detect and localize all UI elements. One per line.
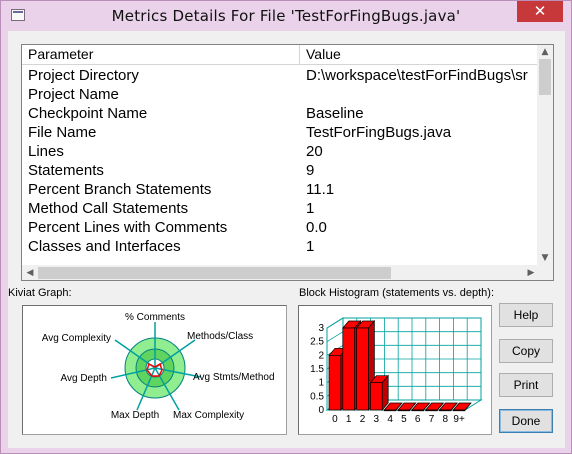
horizontal-scrollbar[interactable]: ◀ ▶	[22, 265, 539, 280]
window-title: Metrics Details For File 'TestForFingBug…	[111, 7, 461, 25]
kiviat-axis-label: Avg Complexity	[42, 333, 111, 344]
table-row[interactable]: Classes and Interfaces 1	[22, 237, 539, 256]
metrics-list[interactable]: Parameter Value Project Directory D:\work…	[21, 44, 554, 281]
table-row[interactable]: Percent Branch Statements 11.1	[22, 180, 539, 199]
histogram-y-tick: 3	[318, 323, 324, 334]
table-row[interactable]: Statements 9	[22, 161, 539, 180]
table-row[interactable]: Percent Lines with Comments 0.0	[22, 218, 539, 237]
list-rows: Project Directory D:\workspace\testForFin…	[22, 65, 539, 265]
dialog-client-area: Parameter Value Project Directory D:\work…	[8, 31, 565, 448]
histogram-y-tick: 2	[318, 350, 324, 361]
value-cell: 1	[306, 238, 315, 255]
done-button[interactable]: Done	[499, 409, 553, 433]
histogram-bar	[452, 409, 466, 412]
parameter-cell: Classes and Interfaces	[28, 238, 181, 255]
block-histogram: 00.511.522.530 1 2 3 4 5 6 7 8 9+	[310, 317, 483, 425]
vertical-scrollbar[interactable]: ▲ ▼	[537, 45, 553, 265]
scroll-left-arrow-icon[interactable]: ◀	[22, 265, 38, 280]
table-row[interactable]: Project Directory D:\workspace\testForFin…	[22, 66, 539, 85]
histogram-y-tick: 0	[318, 405, 324, 416]
parameter-cell: Statements	[28, 162, 104, 179]
print-button[interactable]: Print	[499, 373, 553, 397]
histogram-bar	[425, 409, 438, 412]
value-cell: TestForFingBugs.java	[306, 124, 452, 141]
histogram-panel: 0 0.5 1 1.5 2 2.5 3 0 1 2 3 4 5 6 7 8 9+	[298, 305, 492, 435]
parameter-cell: Lines	[28, 143, 64, 160]
histogram-x-tick: 6	[415, 414, 421, 425]
histogram-y-tick: 1.5	[310, 364, 324, 375]
histogram-bar	[397, 409, 411, 412]
kiviat-axis-label: Avg Depth	[60, 373, 107, 384]
kiviat-label: Kiviat Graph:	[8, 287, 72, 299]
parameter-cell: Project Name	[28, 86, 119, 103]
kiviat-graph: % CommentsMethods/Class Avg Stmts/Method M…	[42, 312, 275, 421]
histogram-x-tick: 0	[332, 414, 338, 425]
histogram-bar	[439, 409, 452, 412]
histogram-bar	[411, 409, 424, 412]
parameter-cell: Checkpoint Name	[28, 105, 148, 122]
histogram-bar	[370, 382, 383, 411]
table-row[interactable]: File Name TestForFingBugs.java	[22, 123, 539, 142]
parameter-cell: Method Call Statements	[28, 200, 189, 217]
list-header: Parameter Value	[22, 45, 539, 65]
value-cell: 9	[306, 162, 315, 179]
parameter-cell: Percent Lines with Comments	[28, 219, 228, 236]
value-cell: 1	[306, 200, 315, 217]
close-button[interactable]: ✕	[517, 1, 563, 22]
vertical-scroll-thumb[interactable]	[539, 59, 551, 95]
histogram-x-tick: 2	[360, 414, 366, 425]
histogram-bar	[328, 354, 342, 411]
histogram-x-tick: 5	[401, 414, 407, 425]
histogram-x-tick: 3	[374, 414, 380, 425]
value-cell: Baseline	[306, 105, 364, 122]
help-button[interactable]: Help	[499, 303, 553, 327]
table-row[interactable]: Checkpoint Name Baseline	[22, 104, 539, 123]
histogram-bar	[342, 327, 355, 411]
table-row[interactable]: Project Name	[22, 85, 539, 104]
kiviat-axis-label: Max Depth	[111, 410, 159, 421]
value-cell: 0.0	[306, 219, 327, 236]
copy-button[interactable]: Copy	[499, 339, 553, 363]
histogram-bar	[383, 409, 397, 412]
histogram-x-tick: 1	[346, 414, 352, 425]
column-header-value[interactable]: Value	[300, 45, 539, 64]
histogram-x-tick: 8	[443, 414, 449, 425]
kiviat-graph-panel: % Comments Methods/Class Avg Stmts/Method M…	[22, 305, 287, 435]
table-row[interactable]: Method Call Statements 1	[22, 199, 539, 218]
column-header-parameter[interactable]: Parameter	[22, 45, 300, 64]
histogram-x-tick: 9+	[453, 414, 465, 425]
parameter-cell: Percent Branch Statements	[28, 181, 212, 198]
histogram-x-tick: 4	[387, 414, 393, 425]
table-row[interactable]: Lines 20	[22, 142, 539, 161]
histogram-y-tick: 1	[318, 378, 324, 389]
scroll-down-arrow-icon[interactable]: ▼	[537, 251, 553, 265]
kiviat-axis-label: Max Complexity	[173, 410, 244, 421]
value-cell: 20	[306, 143, 323, 160]
parameter-cell: File Name	[28, 124, 97, 141]
kiviat-axis-label: % Comments	[125, 312, 185, 323]
scroll-up-arrow-icon[interactable]: ▲	[537, 45, 553, 59]
histogram-y-tick: 2.5	[310, 337, 324, 348]
histogram-label: Block Histogram (statements vs. depth):	[299, 287, 495, 299]
value-cell: D:\workspace\testForFindBugs\sr	[306, 67, 528, 84]
metrics-window: Metrics Details For File 'TestForFingBug…	[0, 0, 572, 454]
kiviat-axis-label: Methods/Class	[187, 331, 253, 342]
scroll-corner	[537, 265, 553, 280]
parameter-cell: Project Directory	[28, 67, 139, 84]
value-cell: 11.1	[306, 181, 335, 198]
title-bar[interactable]: Metrics Details For File 'TestForFingBug…	[1, 1, 571, 31]
horizontal-scroll-thumb[interactable]	[38, 267, 391, 279]
histogram-y-tick: 0.5	[310, 391, 324, 402]
kiviat-axis-label: Avg Stmts/Method	[193, 372, 275, 383]
histogram-bar	[356, 327, 369, 411]
histogram-x-tick: 7	[429, 414, 435, 425]
